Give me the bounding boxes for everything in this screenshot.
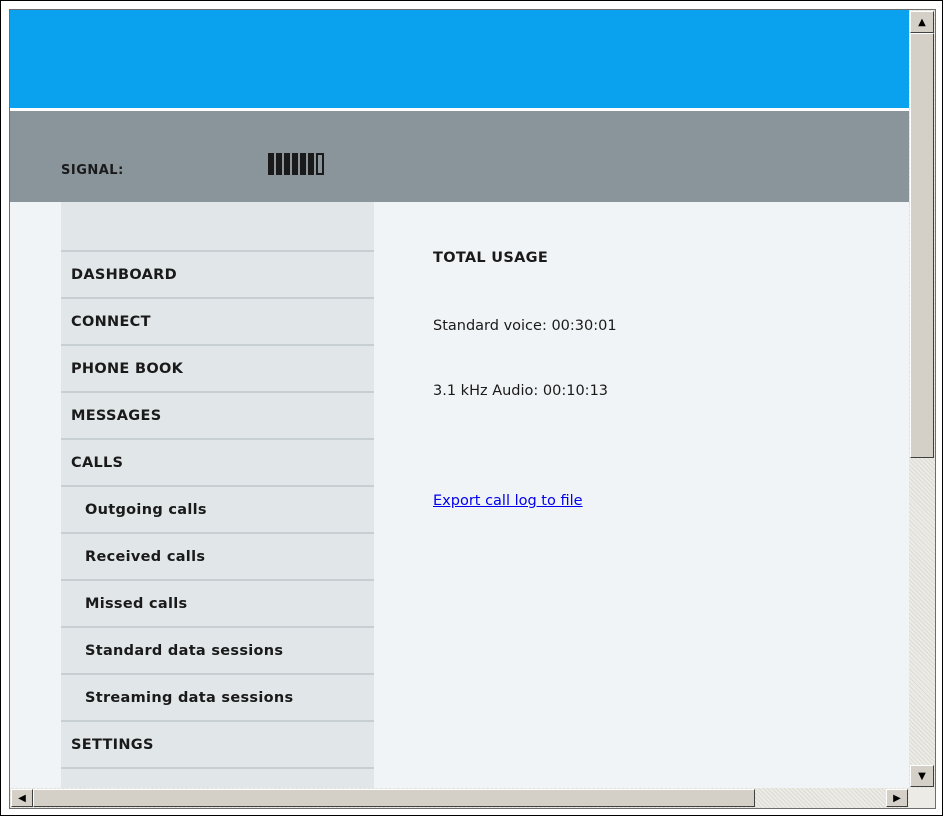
page-viewport: SIGNAL: DASHBOARD CONNECT PHONE BOOK MES… — [10, 10, 909, 788]
nav-item-connect[interactable]: CONNECT — [61, 299, 374, 346]
signal-segment — [284, 153, 290, 175]
arrow-right-icon: ▶ — [893, 792, 901, 804]
signal-bar: SIGNAL: — [10, 111, 909, 202]
nav-item-phone-book[interactable]: PHONE BOOK — [61, 346, 374, 393]
horizontal-scrollbar[interactable]: ◀ ▶ — [10, 788, 909, 808]
total-usage-title: TOTAL USAGE — [433, 250, 549, 266]
nav-item-messages[interactable]: MESSAGES — [61, 393, 374, 440]
signal-segment — [308, 153, 314, 175]
audio-usage: 3.1 kHz Audio: 00:10:13 — [433, 383, 609, 399]
signal-segment — [300, 153, 306, 175]
header-banner — [10, 10, 909, 108]
nav-item-calls[interactable]: CALLS — [61, 440, 374, 487]
vertical-scrollbar[interactable]: ▲ ▼ — [909, 10, 935, 788]
arrow-up-icon: ▲ — [918, 16, 926, 28]
scroll-down-button[interactable]: ▼ — [910, 765, 934, 787]
signal-segment — [292, 153, 298, 175]
nav-subitem-streaming-data-sessions[interactable]: Streaming data sessions — [61, 675, 374, 722]
scroll-right-button[interactable]: ▶ — [886, 789, 908, 807]
signal-segment — [268, 153, 274, 175]
scroll-left-button[interactable]: ◀ — [11, 789, 33, 807]
signal-segment-empty — [316, 153, 324, 175]
nav-item-settings[interactable]: SETTINGS — [61, 722, 374, 769]
scroll-up-button[interactable]: ▲ — [910, 11, 934, 33]
horizontal-scroll-thumb[interactable] — [33, 789, 755, 807]
nav-subitem-outgoing-calls[interactable]: Outgoing calls — [61, 487, 374, 534]
nav-item-dashboard[interactable]: DASHBOARD — [61, 252, 374, 299]
nav-subitem-standard-data-sessions[interactable]: Standard data sessions — [61, 628, 374, 675]
arrow-down-icon: ▼ — [918, 770, 926, 782]
nav-subitem-missed-calls[interactable]: Missed calls — [61, 581, 374, 628]
export-call-log-link[interactable]: Export call log to file — [433, 493, 583, 509]
browser-frame: SIGNAL: DASHBOARD CONNECT PHONE BOOK MES… — [0, 0, 943, 816]
vertical-scroll-thumb[interactable] — [910, 33, 934, 458]
standard-voice-usage: Standard voice: 00:30:01 — [433, 318, 617, 334]
signal-label: SIGNAL: — [61, 163, 124, 178]
scrollbar-corner — [909, 788, 935, 808]
web-viewport-frame: SIGNAL: DASHBOARD CONNECT PHONE BOOK MES… — [9, 9, 936, 809]
nav-subitem-received-calls[interactable]: Received calls — [61, 534, 374, 581]
signal-strength-meter — [268, 153, 324, 177]
signal-segment — [276, 153, 282, 175]
sidebar-spacer — [61, 202, 374, 252]
arrow-left-icon: ◀ — [18, 792, 26, 804]
sidebar-nav: DASHBOARD CONNECT PHONE BOOK MESSAGES CA… — [61, 202, 374, 788]
